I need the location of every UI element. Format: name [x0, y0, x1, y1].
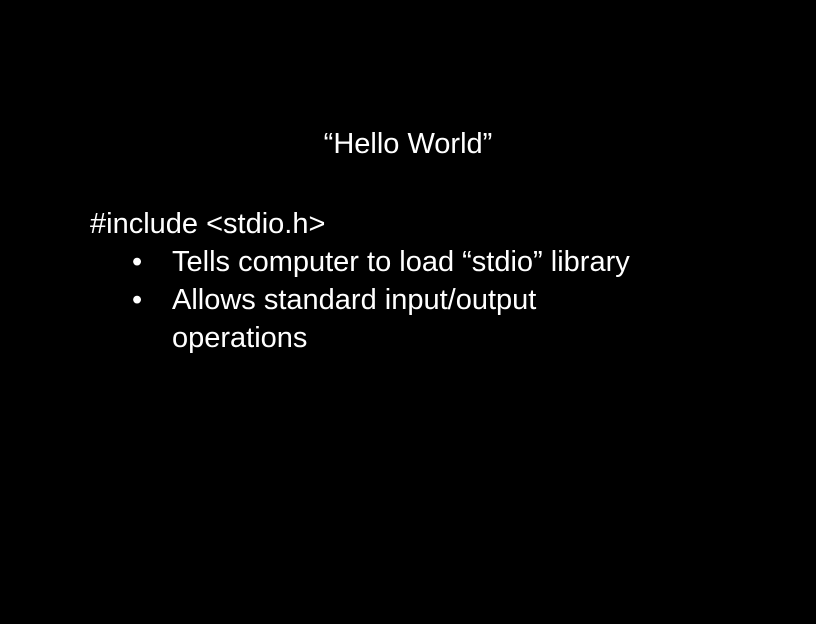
- bullet-item: • Allows standard input/output operation…: [90, 281, 790, 357]
- bullet-text: Allows standard input/output operations: [172, 284, 537, 354]
- bullet-dot-icon: •: [132, 246, 143, 278]
- bullet-dot-icon: •: [132, 284, 143, 316]
- bullet-item: • Tells computer to load “stdio” library: [90, 243, 790, 281]
- slide: “Hello World” #include <stdio.h> • Tells…: [0, 0, 816, 624]
- bullet-list: • Tells computer to load “stdio” library…: [90, 243, 790, 357]
- include-directive: #include <stdio.h>: [90, 208, 326, 240]
- slide-title: “Hello World”: [323, 128, 493, 160]
- slide-body: #include <stdio.h> • Tells computer to l…: [90, 205, 790, 357]
- bullet-text: Tells computer to load “stdio” library: [172, 246, 630, 278]
